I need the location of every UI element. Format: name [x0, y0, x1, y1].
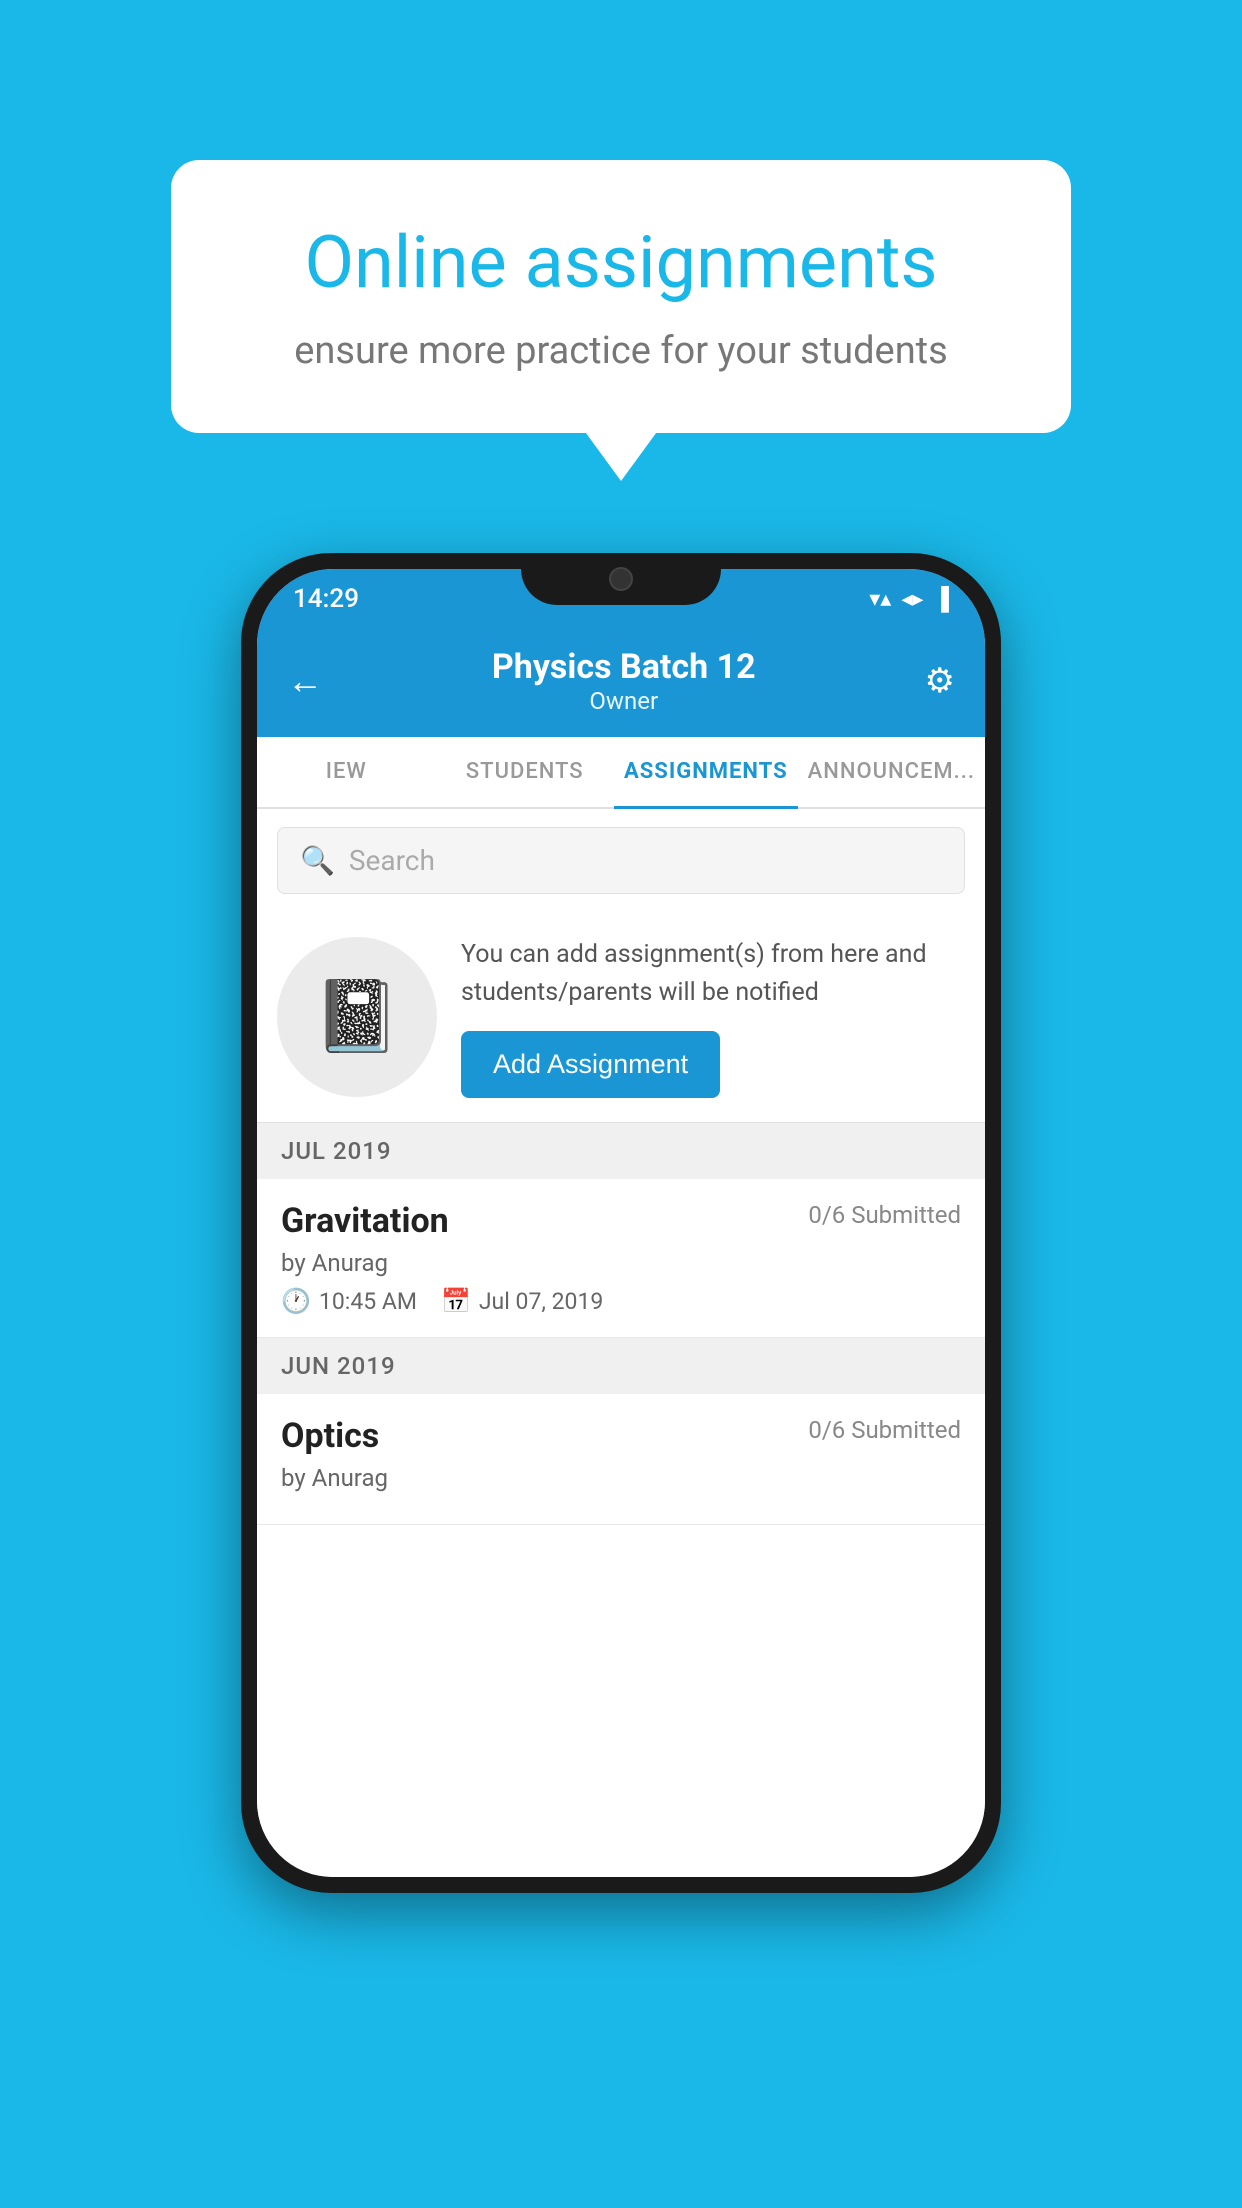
assignment-submitted-gravitation: 0/6 Submitted	[808, 1201, 961, 1229]
app-header: ← Physics Batch 12 Owner ⚙	[257, 629, 985, 737]
assignment-name-optics: Optics	[281, 1416, 379, 1456]
phone-wrapper: 14:29 ▾▴ ◂▸ ▐ ← Physics Batch 12 Owner ⚙…	[241, 553, 1001, 1893]
header-title: Physics Batch 12	[492, 647, 756, 687]
assignment-meta-gravitation: 🕐 10:45 AM 📅 Jul 07, 2019	[281, 1287, 961, 1315]
tab-assignments[interactable]: ASSIGNMENTS	[614, 737, 798, 809]
assignment-author-gravitation: by Anurag	[281, 1249, 961, 1277]
assignment-item-gravitation[interactable]: Gravitation 0/6 Submitted by Anurag 🕐 10…	[257, 1179, 985, 1338]
promo-text-area: You can add assignment(s) from here and …	[461, 936, 965, 1098]
phone-outer: 14:29 ▾▴ ◂▸ ▐ ← Physics Batch 12 Owner ⚙…	[241, 553, 1001, 1893]
tabs-bar: IEW STUDENTS ASSIGNMENTS ANNOUNCEM...	[257, 737, 985, 809]
meta-time: 🕐 10:45 AM	[281, 1287, 417, 1315]
add-assignment-button[interactable]: Add Assignment	[461, 1031, 720, 1098]
assignment-top-row: Gravitation 0/6 Submitted	[281, 1201, 961, 1241]
speech-bubble-container: Online assignments ensure more practice …	[171, 160, 1071, 433]
tab-iew[interactable]: IEW	[257, 737, 435, 809]
search-box[interactable]: 🔍 Search	[277, 827, 965, 894]
header-center: Physics Batch 12 Owner	[492, 647, 756, 715]
battery-icon: ▐	[933, 586, 949, 612]
meta-date: 📅 Jul 07, 2019	[441, 1287, 603, 1315]
wifi-icon: ▾▴	[869, 587, 891, 612]
status-icons: ▾▴ ◂▸ ▐	[869, 586, 949, 612]
assignment-top-row-optics: Optics 0/6 Submitted	[281, 1416, 961, 1456]
section-header-jul: JUL 2019	[257, 1123, 985, 1179]
search-placeholder: Search	[349, 844, 435, 877]
assignment-item-optics[interactable]: Optics 0/6 Submitted by Anurag	[257, 1394, 985, 1525]
promo-icon-circle: 📓	[277, 937, 437, 1097]
speech-bubble: Online assignments ensure more practice …	[171, 160, 1071, 433]
notebook-icon: 📓	[313, 976, 400, 1058]
calendar-icon: 📅	[441, 1287, 471, 1315]
assignment-time: 10:45 AM	[319, 1288, 417, 1315]
speech-bubble-subtitle: ensure more practice for your students	[241, 329, 1001, 373]
phone-notch	[521, 553, 721, 605]
phone-camera	[609, 567, 633, 591]
phone-screen: 14:29 ▾▴ ◂▸ ▐ ← Physics Batch 12 Owner ⚙…	[257, 569, 985, 1877]
settings-icon[interactable]: ⚙	[925, 661, 955, 701]
assignment-submitted-optics: 0/6 Submitted	[808, 1416, 961, 1444]
speech-bubble-title: Online assignments	[241, 220, 1001, 305]
assignment-date: Jul 07, 2019	[479, 1288, 603, 1315]
signal-icon: ◂▸	[901, 587, 923, 612]
header-subtitle: Owner	[492, 687, 756, 715]
assignment-author-optics: by Anurag	[281, 1464, 961, 1492]
tab-students[interactable]: STUDENTS	[435, 737, 613, 809]
search-container: 🔍 Search	[257, 809, 985, 912]
content-area: 📓 You can add assignment(s) from here an…	[257, 912, 985, 1877]
tab-announcements[interactable]: ANNOUNCEM...	[798, 737, 985, 809]
search-icon: 🔍	[300, 844, 335, 877]
clock-icon: 🕐	[281, 1287, 311, 1315]
promo-description: You can add assignment(s) from here and …	[461, 936, 965, 1011]
assignment-name-gravitation: Gravitation	[281, 1201, 449, 1241]
back-button[interactable]: ←	[287, 660, 323, 702]
section-header-jun: JUN 2019	[257, 1338, 985, 1394]
promo-section: 📓 You can add assignment(s) from here an…	[257, 912, 985, 1123]
